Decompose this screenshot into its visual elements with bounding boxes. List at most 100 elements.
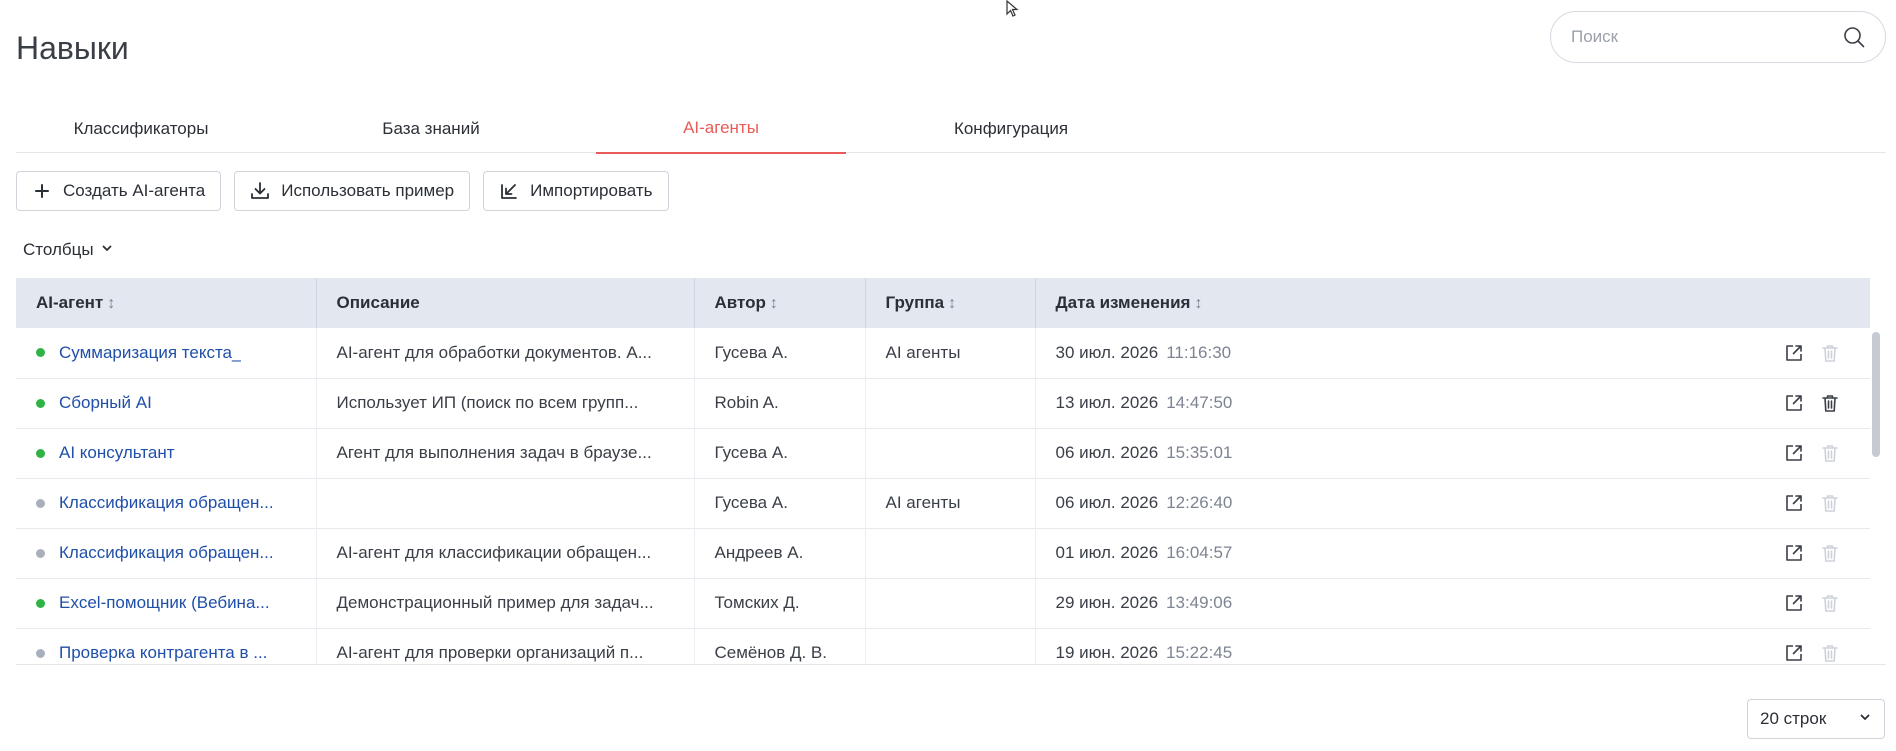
use-example-button[interactable]: Использовать пример — [234, 171, 471, 211]
date-value: 06 июл. 2026 — [1055, 493, 1159, 512]
agent-name-link[interactable]: Проверка контрагента в ... — [59, 643, 267, 663]
date-value: 29 июн. 2026 — [1055, 593, 1159, 612]
date-value: 06 июл. 2026 — [1055, 443, 1159, 462]
time-value: 11:16:30 — [1166, 342, 1232, 362]
cell-date: 19 июн. 2026 15:22:45 — [1035, 628, 1870, 664]
cell-date: 29 июн. 2026 13:49:06 — [1035, 578, 1870, 628]
cell-description: AI-агент для проверки организаций п... — [316, 628, 695, 664]
time-value: 15:22:45 — [1166, 643, 1233, 662]
plus-icon — [31, 180, 53, 202]
status-dot — [36, 398, 45, 408]
status-dot — [36, 498, 45, 508]
cell-author: Семёнов Д. В. — [694, 628, 866, 664]
column-header-author[interactable]: Автор ↕ — [694, 278, 866, 328]
create-agent-label: Создать AI-агента — [63, 181, 206, 200]
cell-group — [865, 378, 1036, 428]
cell-author: Гусева А. — [694, 478, 866, 528]
cell-agent: Проверка контрагента в ... — [16, 628, 317, 664]
import-icon — [498, 180, 520, 202]
status-dot — [36, 548, 45, 558]
trash-icon — [1818, 341, 1842, 365]
rows-per-page-select[interactable]: 20 строк — [1747, 699, 1885, 739]
table-row[interactable]: Excel-помощник (Вебина... Демонстрационны… — [16, 578, 1870, 628]
download-icon — [249, 180, 271, 202]
cell-agent: Excel-помощник (Вебина... — [16, 578, 317, 628]
cell-group — [865, 428, 1036, 478]
cell-date: 06 июл. 2026 12:26:40 — [1035, 478, 1870, 528]
cell-date: 30 июл. 2026 11:16:30 — [1035, 328, 1870, 378]
page-title: Навыки — [16, 30, 129, 66]
status-dot — [36, 598, 45, 608]
export-icon[interactable] — [1782, 341, 1806, 365]
trash-icon[interactable] — [1818, 391, 1842, 415]
columns-label: Столбцы — [23, 240, 94, 259]
sort-icon[interactable]: ↕ — [107, 295, 115, 312]
tab-configuration[interactable]: Конфигурация — [886, 104, 1136, 153]
export-icon[interactable] — [1782, 491, 1806, 515]
chevron-down-icon — [100, 240, 114, 260]
search-icon[interactable] — [1841, 24, 1867, 50]
column-header-group[interactable]: Группа ↕ — [865, 278, 1036, 328]
agent-name-link[interactable]: AI консультант — [59, 443, 175, 463]
export-icon[interactable] — [1782, 541, 1806, 565]
search-box[interactable] — [1550, 11, 1886, 63]
table-scrollbar[interactable] — [1870, 330, 1882, 665]
export-icon[interactable] — [1782, 441, 1806, 465]
cell-description: Использует ИП (поиск по всем групп... — [316, 378, 695, 428]
cell-description: Агент для выполнения задач в браузе... — [316, 428, 695, 478]
column-header-description: Описание — [316, 278, 695, 328]
export-icon[interactable] — [1782, 641, 1806, 664]
cell-description: Демонстрационный пример для задач... — [316, 578, 695, 628]
agent-name-link[interactable]: Классификация обращен... — [59, 493, 274, 513]
rows-per-page-value: 20 строк — [1760, 709, 1827, 728]
cell-agent: Классификация обращен... — [16, 528, 317, 578]
cell-author: Robin A. — [694, 378, 866, 428]
table-row[interactable]: Проверка контрагента в ... AI-агент для п… — [16, 628, 1870, 664]
column-header-date[interactable]: Дата изменения ↕ — [1035, 278, 1870, 328]
status-dot — [36, 648, 45, 658]
import-button[interactable]: Импортировать — [483, 171, 669, 211]
time-value: 13:49:06 — [1166, 593, 1233, 612]
trash-icon — [1818, 641, 1842, 664]
cell-date: 06 июл. 2026 15:35:01 — [1035, 428, 1870, 478]
sort-icon[interactable]: ↕ — [770, 295, 778, 312]
status-dot — [36, 348, 45, 358]
cell-description: AI-агент для классификации обращен... — [316, 528, 695, 578]
export-icon[interactable] — [1782, 591, 1806, 615]
table-row[interactable]: AI консультант Агент для выполнения задач… — [16, 428, 1870, 478]
table-row[interactable]: Классификация обращен... AI-агент для кла… — [16, 528, 1870, 578]
cell-date: 01 июл. 2026 16:04:57 — [1035, 528, 1870, 578]
sort-icon[interactable]: ↕ — [1194, 295, 1202, 312]
toolbar: Создать AI-агента Использовать пример Им… — [16, 171, 669, 211]
columns-dropdown[interactable]: Столбцы — [23, 240, 114, 260]
column-header-agent[interactable]: AI-агент ↕ — [16, 278, 317, 328]
table-row[interactable]: Сборный AI Использует ИП (поиск по всем г… — [16, 378, 1870, 428]
agent-name-link[interactable]: Суммаризация текста_ — [59, 343, 241, 363]
agent-name-link[interactable]: Классификация обращен... — [59, 543, 274, 563]
agent-name-link[interactable]: Сборный AI — [59, 393, 152, 413]
agent-name-link[interactable]: Excel-помощник (Вебина... — [59, 593, 270, 613]
tab-classifiers[interactable]: Классификаторы — [16, 104, 266, 153]
cell-group — [865, 578, 1036, 628]
search-input[interactable] — [1571, 27, 1841, 47]
table-row[interactable]: Суммаризация текста_ AI-агент для обработ… — [16, 328, 1870, 378]
sort-icon[interactable]: ↕ — [948, 295, 956, 312]
tab-knowledge-base[interactable]: База знаний — [306, 104, 556, 153]
cell-date: 13 июл. 2026 14:47:50 — [1035, 378, 1870, 428]
cell-agent: Суммаризация текста_ — [16, 328, 317, 378]
cell-author: Андреев А. — [694, 528, 866, 578]
scrollbar-thumb[interactable] — [1872, 332, 1880, 457]
cell-author: Гусева А. — [694, 428, 866, 478]
create-agent-button[interactable]: Создать AI-агента — [16, 171, 222, 211]
agents-table: AI-агент ↕ Описание Автор ↕ Группа ↕ Дата и… — [16, 278, 1886, 665]
cell-author: Томских Д. — [694, 578, 866, 628]
trash-icon — [1818, 491, 1842, 515]
date-value: 13 июл. 2026 — [1055, 393, 1159, 412]
tab-ai-agents[interactable]: AI-агенты — [596, 104, 846, 154]
time-value: 16:04:57 — [1166, 543, 1233, 562]
date-value: 30 июл. 2026 — [1055, 342, 1159, 362]
cell-description — [316, 478, 695, 528]
table-row[interactable]: Классификация обращен... Гусева А. AI аген… — [16, 478, 1870, 528]
export-icon[interactable] — [1782, 391, 1806, 415]
use-example-label: Использовать пример — [281, 181, 455, 200]
